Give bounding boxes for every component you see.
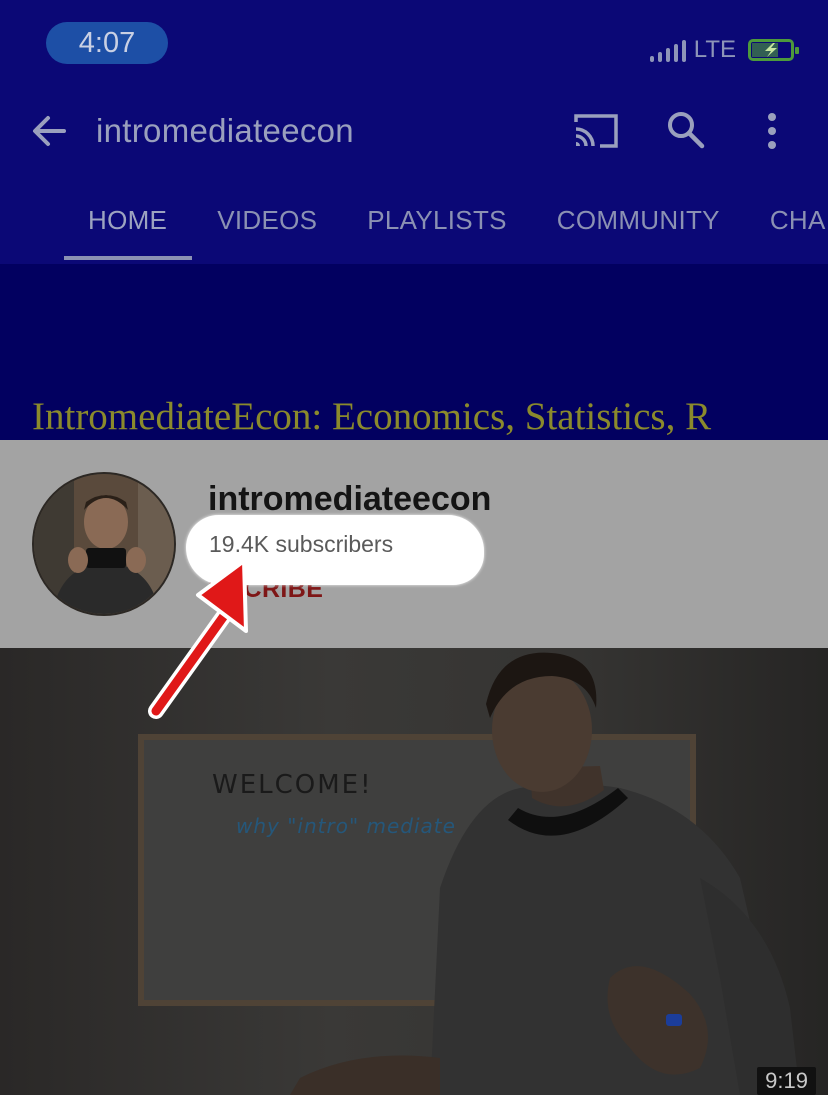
tab-community[interactable]: COMMUNITY: [532, 200, 745, 260]
channel-name: intromediateecon: [208, 480, 492, 518]
banner-text: IntromediateEcon: Economics, Statistics,…: [32, 395, 712, 438]
more-vert-icon[interactable]: [754, 110, 790, 152]
channel-banner: IntromediateEcon: Economics, Statistics,…: [0, 264, 828, 440]
video-duration: 9:19: [757, 1067, 816, 1095]
app-header: 4:07 LTE intromediateecon HOME VIDEOS PL…: [0, 0, 828, 264]
app-bar: intromediateecon: [0, 92, 828, 172]
network-type: LTE: [693, 36, 736, 63]
subscriber-count: 19.4K subscribers: [209, 531, 394, 557]
tab-videos[interactable]: VIDEOS: [192, 200, 342, 260]
search-icon[interactable]: [664, 108, 706, 150]
tab-home[interactable]: HOME: [64, 200, 193, 260]
signal-icon: [649, 38, 686, 62]
app-bar-title: intromediateecon: [96, 112, 354, 149]
cast-icon[interactable]: [572, 110, 620, 152]
battery-charging-icon: [748, 39, 799, 61]
annotation-arrow: [148, 559, 248, 719]
channel-tabs: HOME VIDEOS PLAYLISTS COMMUNITY CHA: [64, 200, 828, 264]
back-arrow-icon[interactable]: [28, 110, 70, 152]
featured-video[interactable]: WELCOME! why "intro" mediate 9:19: [0, 648, 828, 1095]
status-time: 4:07: [46, 22, 168, 64]
tab-channels[interactable]: CHA: [745, 200, 828, 260]
status-icons: LTE: [649, 33, 799, 67]
tab-playlists[interactable]: PLAYLISTS: [342, 200, 532, 260]
presenter-figure: [290, 652, 800, 1095]
